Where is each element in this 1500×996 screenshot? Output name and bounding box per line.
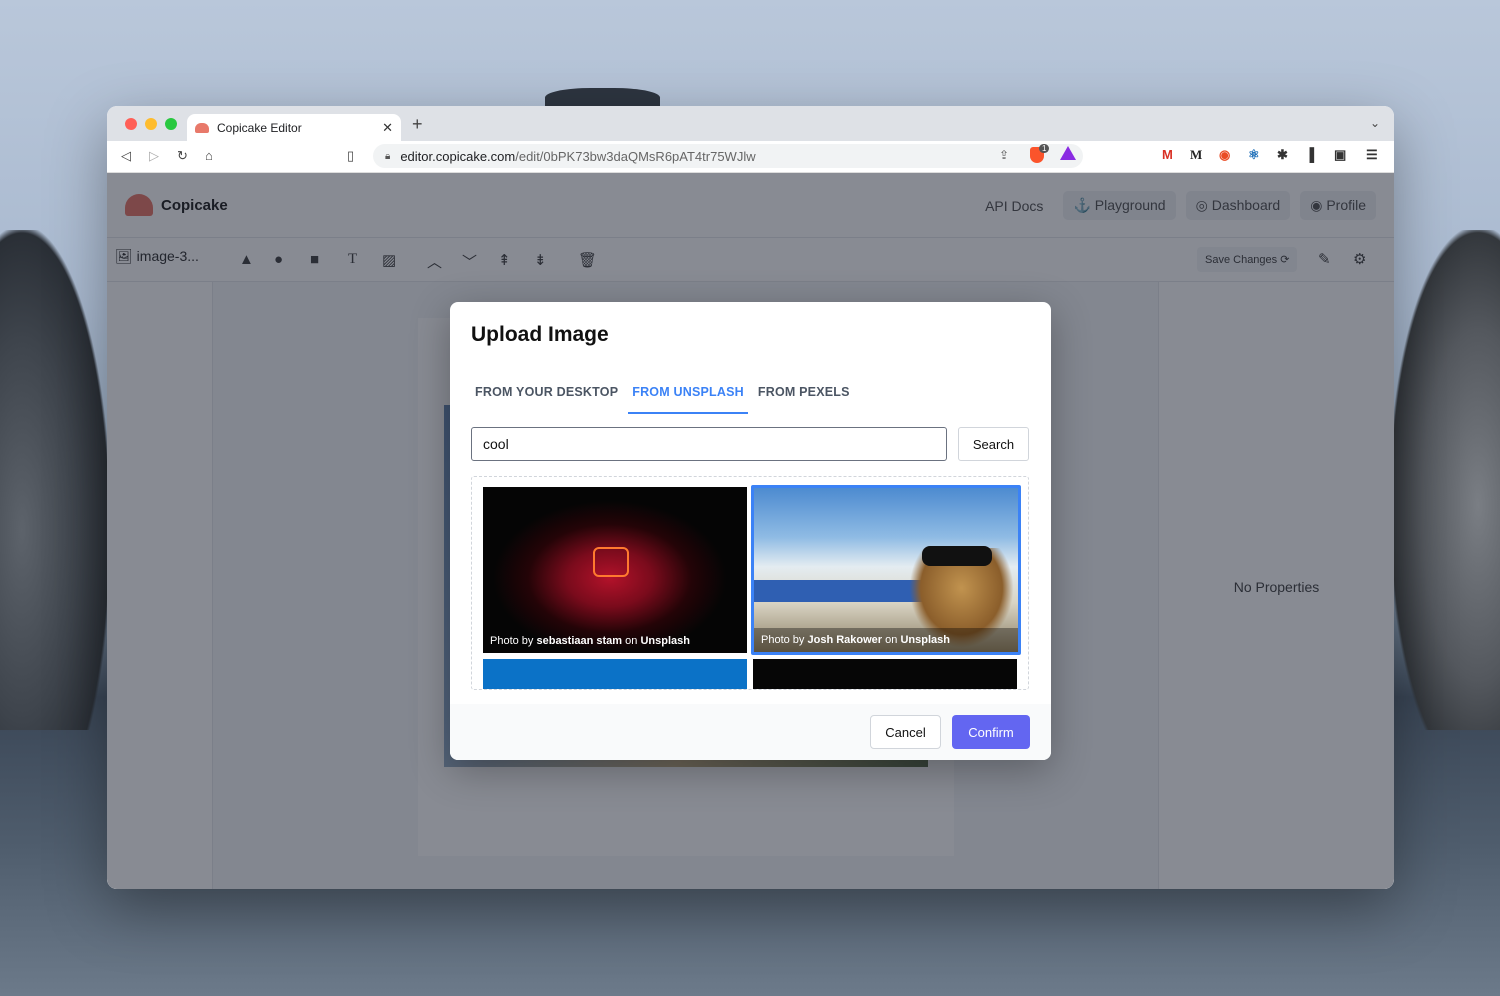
background-rock-left xyxy=(0,230,110,730)
menu-icon[interactable]: ☰ xyxy=(1366,147,1378,163)
confirm-button[interactable]: Confirm xyxy=(952,715,1030,749)
address-bar[interactable]: 🔒︎ editor.copicake.com/edit/0bPK73bw3daQ… xyxy=(373,144,1083,168)
sunglasses-graphic xyxy=(922,546,992,566)
new-tab-icon[interactable]: + xyxy=(412,114,423,135)
photo-credit: Photo by Josh Rakower on Unsplash xyxy=(754,628,1018,652)
credit-middle: on xyxy=(622,635,641,647)
chevron-down-icon[interactable]: ⌄ xyxy=(1370,116,1380,130)
credit-author[interactable]: Josh Rakower xyxy=(807,634,882,646)
credit-author[interactable]: sebastiaan stam xyxy=(536,635,622,647)
tab-from-desktop[interactable]: FROM YOUR DESKTOP xyxy=(471,378,622,414)
tab-title: Copicake Editor xyxy=(217,120,302,135)
photo-result-selected[interactable]: Photo by Josh Rakower on Unsplash xyxy=(751,485,1021,655)
wallet-icon[interactable]: ▣ xyxy=(1334,147,1346,163)
search-button[interactable]: Search xyxy=(958,427,1029,461)
browser-window: Copicake Editor ✕ + ⌄ ◁ ▷ ↻ ⌂ ▯ 🔒︎ edito… xyxy=(107,106,1394,889)
credit-prefix: Photo by xyxy=(490,635,537,647)
tab-from-unsplash[interactable]: FROM UNSPLASH xyxy=(628,378,748,414)
credit-source[interactable]: Unsplash xyxy=(900,634,950,646)
sidebar-icon[interactable]: ▐ xyxy=(1305,147,1314,162)
close-window-button[interactable] xyxy=(125,118,137,130)
photo-result[interactable]: Photo by sebastiaan stam on Unsplash xyxy=(483,487,747,653)
browser-tab[interactable]: Copicake Editor ✕ xyxy=(187,114,401,141)
url-path: /edit/0bPK73bw3daQMsR6pAT4tr75WJlw xyxy=(515,148,756,164)
lock-icon: 🔒︎ xyxy=(385,150,391,162)
credit-prefix: Photo by xyxy=(761,634,808,646)
modal-footer: Cancel Confirm xyxy=(450,704,1051,760)
maximize-window-button[interactable] xyxy=(165,118,177,130)
photo-result[interactable] xyxy=(483,659,747,689)
reload-icon[interactable]: ↻ xyxy=(177,148,188,164)
photo-result[interactable] xyxy=(753,659,1017,689)
tab-from-pexels[interactable]: FROM PEXELS xyxy=(754,378,854,414)
upload-image-modal: Upload Image FROM YOUR DESKTOP FROM UNSP… xyxy=(450,302,1051,760)
copicake-app: Copicake API Docs ⚓ Playground ◎ Dashboa… xyxy=(107,173,1394,889)
brave-rewards-icon[interactable] xyxy=(1060,146,1076,160)
photo-results[interactable]: Photo by sebastiaan stam on Unsplash Pho… xyxy=(471,476,1029,690)
modal-title: Upload Image xyxy=(471,323,609,346)
browser-toolbar: ◁ ▷ ↻ ⌂ ▯ 🔒︎ editor.copicake.com/edit/0b… xyxy=(107,141,1394,173)
gmail-extension-icon[interactable]: M xyxy=(1162,147,1173,162)
react-devtools-icon[interactable]: ⚛ xyxy=(1248,147,1260,163)
neon-mask-graphic xyxy=(593,547,629,577)
extension-red-icon[interactable]: ◉ xyxy=(1219,147,1230,163)
credit-middle: on xyxy=(882,634,901,646)
search-input[interactable] xyxy=(471,427,947,461)
photo-credit: Photo by sebastiaan stam on Unsplash xyxy=(483,629,747,653)
copicake-favicon-icon xyxy=(195,122,209,133)
close-tab-icon[interactable]: ✕ xyxy=(382,120,393,136)
source-tabs: FROM YOUR DESKTOP FROM UNSPLASH FROM PEX… xyxy=(471,378,860,414)
background-rock-right xyxy=(1390,230,1500,730)
share-icon[interactable]: ⇪ xyxy=(999,148,1009,162)
cancel-button[interactable]: Cancel xyxy=(870,715,941,749)
home-icon[interactable]: ⌂ xyxy=(205,148,213,163)
medium-extension-icon[interactable]: M xyxy=(1190,147,1202,163)
credit-source[interactable]: Unsplash xyxy=(640,635,690,647)
extensions-puzzle-icon[interactable]: ✱ xyxy=(1277,147,1288,163)
forward-icon[interactable]: ▷ xyxy=(149,148,159,164)
minimize-window-button[interactable] xyxy=(145,118,157,130)
bookmark-icon[interactable]: ▯ xyxy=(347,148,354,164)
back-icon[interactable]: ◁ xyxy=(121,148,131,164)
url-host: editor.copicake.com xyxy=(400,148,516,164)
tab-bar: Copicake Editor ✕ + ⌄ xyxy=(107,106,1394,141)
